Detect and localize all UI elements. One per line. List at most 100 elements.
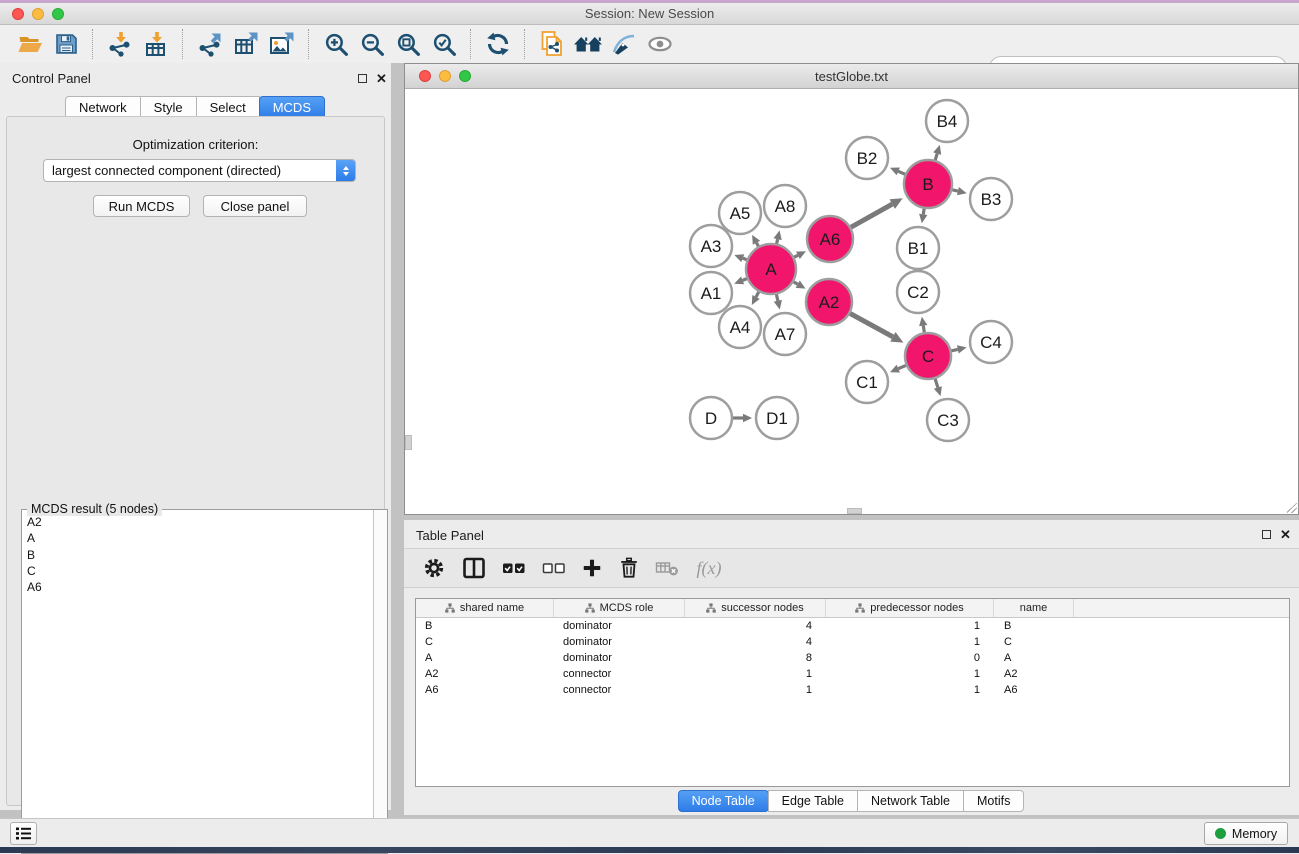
- add-column-button[interactable]: [574, 551, 610, 585]
- table-row[interactable]: A2connector11A2: [416, 666, 1289, 682]
- zoom-selected-button[interactable]: [426, 28, 462, 60]
- export-table-button[interactable]: [228, 28, 264, 60]
- edge-B-B4[interactable]: [935, 154, 937, 161]
- column-header-mcds-role[interactable]: MCDS role: [554, 599, 685, 617]
- close-panel-icon[interactable]: ✕: [376, 73, 387, 85]
- select-all-button[interactable]: [494, 551, 534, 585]
- zoom-out-button[interactable]: [354, 28, 390, 60]
- table-close-icon[interactable]: ✕: [1280, 529, 1291, 541]
- eye-button[interactable]: [642, 28, 678, 60]
- table-cell[interactable]: A6: [416, 684, 554, 696]
- mcds-result-scrollbar[interactable]: [373, 510, 387, 853]
- homes-button[interactable]: [570, 28, 606, 60]
- table-cell[interactable]: C: [994, 636, 1074, 648]
- table-tab-motifs[interactable]: Motifs: [963, 790, 1024, 812]
- table-row[interactable]: Cdominator41C: [416, 634, 1289, 650]
- save-session-button[interactable]: [48, 28, 84, 60]
- edge-B-B3[interactable]: [952, 190, 958, 191]
- edge-B-B1[interactable]: [923, 209, 924, 215]
- table-tab-network-table[interactable]: Network Table: [857, 790, 964, 812]
- edge-A-A4[interactable]: [756, 292, 759, 297]
- network-from-selection-button[interactable]: [534, 28, 570, 60]
- edge-C-C4[interactable]: [951, 349, 957, 350]
- edge-C-C3[interactable]: [935, 379, 938, 388]
- edge-A-A6[interactable]: [794, 255, 798, 257]
- table-cell[interactable]: B: [416, 620, 554, 632]
- hide-details-button[interactable]: [606, 28, 642, 60]
- edge-A6-B[interactable]: [851, 204, 892, 227]
- edge-A-A7[interactable]: [776, 294, 777, 300]
- table-row[interactable]: Bdominator41B: [416, 618, 1289, 634]
- table-float-icon[interactable]: [1262, 530, 1271, 539]
- refresh-layout-button[interactable]: [480, 28, 516, 60]
- vertical-scrollbar-thumb[interactable]: [405, 435, 412, 450]
- column-header-predecessor-nodes[interactable]: predecessor nodes: [826, 599, 994, 617]
- deselect-all-button[interactable]: [534, 551, 574, 585]
- mcds-result-item[interactable]: A2: [27, 514, 373, 530]
- table-cell[interactable]: 1: [826, 668, 994, 680]
- function-builder-button[interactable]: f(x): [686, 551, 732, 585]
- table-row[interactable]: Adominator80A: [416, 650, 1289, 666]
- resize-handle[interactable]: [1287, 503, 1297, 513]
- edge-A-A5[interactable]: [756, 243, 758, 247]
- import-table-button[interactable]: [138, 28, 174, 60]
- table-cell[interactable]: A: [994, 652, 1074, 664]
- column-selector-button[interactable]: [454, 551, 494, 585]
- edge-A-A2[interactable]: [794, 282, 798, 284]
- table-cell[interactable]: 1: [826, 620, 994, 632]
- table-tab-edge-table[interactable]: Edge Table: [768, 790, 858, 812]
- edge-C-C2[interactable]: [923, 326, 924, 333]
- run-mcds-button[interactable]: Run MCDS: [93, 195, 190, 217]
- network-canvas[interactable]: AA1A3A5A8A4A7A6A2BB1B2B3B4CC1C2C3C4DD1: [405, 89, 1298, 514]
- mcds-result-item[interactable]: A: [27, 530, 373, 546]
- edge-A2-C[interactable]: [850, 313, 893, 336]
- mcds-result-item[interactable]: A6: [27, 579, 373, 595]
- edge-C-C1[interactable]: [898, 365, 906, 368]
- table-cell[interactable]: 1: [685, 668, 826, 680]
- table-cell[interactable]: dominator: [554, 636, 685, 648]
- table-cell[interactable]: connector: [554, 684, 685, 696]
- table-cell[interactable]: A: [416, 652, 554, 664]
- edge-A-A1[interactable]: [743, 279, 747, 281]
- task-history-button[interactable]: [10, 822, 37, 845]
- table-cell[interactable]: B: [994, 620, 1074, 632]
- open-session-button[interactable]: [12, 28, 48, 60]
- table-cell[interactable]: 8: [685, 652, 826, 664]
- table-cell[interactable]: A2: [994, 668, 1074, 680]
- settings-gear-button[interactable]: [414, 551, 454, 585]
- table-cell[interactable]: C: [416, 636, 554, 648]
- export-network-button[interactable]: [192, 28, 228, 60]
- table-cell[interactable]: dominator: [554, 620, 685, 632]
- table-cell[interactable]: 4: [685, 620, 826, 632]
- column-header-successor-nodes[interactable]: successor nodes: [685, 599, 826, 617]
- table-row[interactable]: A6connector11A6: [416, 682, 1289, 698]
- mcds-result-item[interactable]: B: [27, 547, 373, 563]
- node-table[interactable]: shared nameMCDS rolesuccessor nodesprede…: [415, 598, 1290, 787]
- table-cell[interactable]: 1: [685, 684, 826, 696]
- table-cell[interactable]: 0: [826, 652, 994, 664]
- horizontal-scrollbar-thumb[interactable]: [847, 508, 862, 514]
- import-network-button[interactable]: [102, 28, 138, 60]
- table-cell[interactable]: 1: [826, 684, 994, 696]
- column-header-shared-name[interactable]: shared name: [416, 599, 554, 617]
- table-tab-node-table[interactable]: Node Table: [678, 790, 769, 812]
- mcds-result-list[interactable]: A2ABCA6: [22, 514, 373, 851]
- optimization-criterion-select[interactable]: largest connected component (directed): [43, 159, 356, 182]
- edge-A-A8[interactable]: [777, 239, 778, 243]
- float-panel-icon[interactable]: [358, 74, 367, 83]
- zoom-fit-button[interactable]: [390, 28, 426, 60]
- table-cell[interactable]: A2: [416, 668, 554, 680]
- table-cell[interactable]: A6: [994, 684, 1074, 696]
- table-cell[interactable]: 4: [685, 636, 826, 648]
- edge-A-A3[interactable]: [743, 258, 747, 260]
- table-cell[interactable]: dominator: [554, 652, 685, 664]
- mcds-result-item[interactable]: C: [27, 563, 373, 579]
- export-image-button[interactable]: [264, 28, 300, 60]
- table-cell[interactable]: 1: [826, 636, 994, 648]
- table-cell[interactable]: connector: [554, 668, 685, 680]
- memory-button[interactable]: Memory: [1204, 822, 1288, 845]
- edge-B-B2[interactable]: [898, 171, 905, 174]
- delete-table-button[interactable]: [648, 551, 686, 585]
- zoom-in-button[interactable]: [318, 28, 354, 60]
- delete-column-button[interactable]: [610, 551, 648, 585]
